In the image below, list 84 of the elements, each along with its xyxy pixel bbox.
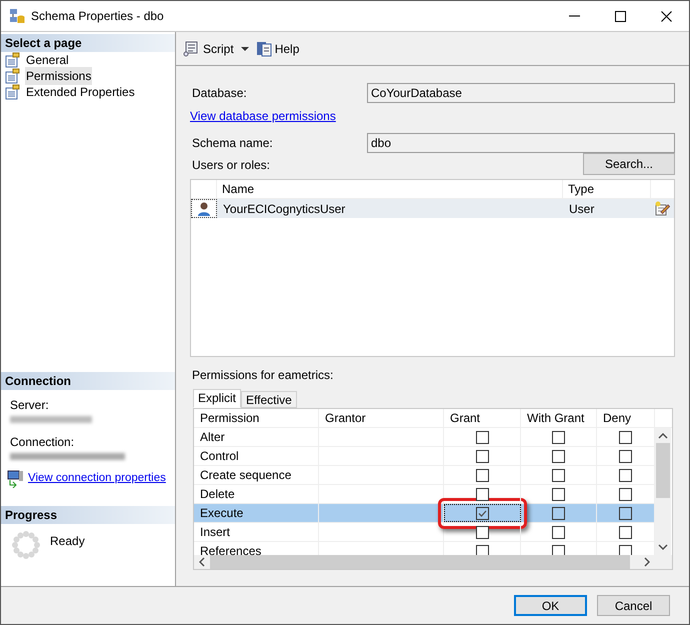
field-label: Users or roles: <box>191 157 270 174</box>
permission-row[interactable]: Control <box>194 447 655 466</box>
scroll-left-icon[interactable] <box>199 557 205 567</box>
permission-row[interactable]: Create sequence <box>194 466 655 485</box>
checkbox[interactable] <box>476 468 488 482</box>
maximize-icon[interactable] <box>614 10 626 22</box>
dropdown-caret-icon[interactable] <box>240 46 249 50</box>
column-header: Deny <box>597 409 655 427</box>
database-field[interactable]: CoYourDatabase <box>367 83 675 103</box>
window-title: Schema Properties - dbo <box>31 8 164 25</box>
checkbox[interactable] <box>552 488 565 500</box>
checkbox[interactable] <box>476 430 488 444</box>
scroll-icon <box>183 40 200 57</box>
section-header: Connection <box>1 372 175 390</box>
checkbox[interactable] <box>476 506 488 520</box>
spinner-icon <box>11 530 41 560</box>
field-label: Connection: <box>10 434 76 451</box>
table-cell: Alter <box>194 428 319 446</box>
field-label: Database: <box>191 85 248 102</box>
checkbox[interactable] <box>552 430 565 444</box>
close-icon[interactable] <box>660 10 672 22</box>
checkbox[interactable] <box>552 506 565 520</box>
tab[interactable]: Explicit <box>193 389 242 408</box>
app-icon <box>9 8 25 24</box>
page-item[interactable]: Permissions <box>25 67 92 85</box>
status-text: Ready <box>50 533 85 550</box>
book-icon <box>256 40 272 57</box>
field-label: Server: <box>10 397 50 414</box>
column-header: Type <box>563 180 651 198</box>
cancel-button[interactable]: Cancel <box>597 595 670 616</box>
scroll-up-icon[interactable] <box>658 433 668 439</box>
page-icon <box>5 52 21 68</box>
page-icon <box>5 84 21 100</box>
permission-row[interactable]: Delete <box>194 485 655 504</box>
script-button[interactable]: Script <box>182 38 235 58</box>
checkbox[interactable] <box>619 430 632 444</box>
user-icon <box>197 201 211 216</box>
column-header: Grantor <box>319 409 444 427</box>
field-label: Schema name: <box>191 135 274 152</box>
column-header: Permission <box>194 409 319 427</box>
table-cell-text: YourECICognyticsUser <box>222 200 346 218</box>
checkbox[interactable] <box>619 526 632 538</box>
edit-icon[interactable] <box>654 201 670 216</box>
permission-row[interactable]: Insert <box>194 523 655 542</box>
vertical-scrollbar[interactable] <box>655 428 671 555</box>
column-header: Grant <box>444 409 521 427</box>
checkbox[interactable] <box>619 450 632 462</box>
checkbox[interactable] <box>552 450 565 462</box>
table-cell: Delete <box>194 485 319 503</box>
page-icon <box>5 68 21 84</box>
table-cell: Control <box>194 447 319 465</box>
connection-properties-link[interactable]: View connection properties <box>28 470 166 488</box>
checkbox[interactable] <box>552 468 565 482</box>
checkbox[interactable] <box>619 506 632 520</box>
checkbox[interactable] <box>476 488 488 500</box>
computer-icon <box>7 470 25 488</box>
table-cell: Execute <box>194 504 319 522</box>
schema-name-field[interactable]: dbo <box>367 133 675 153</box>
checkbox[interactable] <box>476 526 488 538</box>
checkbox[interactable] <box>619 468 632 482</box>
user-row[interactable]: YourECICognyticsUser User <box>191 199 674 218</box>
table-cell-text: User <box>568 200 596 218</box>
table-cell: Insert <box>194 523 319 541</box>
section-header: Progress <box>1 506 175 524</box>
permission-row[interactable]: Alter <box>194 428 655 447</box>
scroll-down-icon[interactable] <box>658 544 668 550</box>
page-item[interactable]: General <box>25 51 70 69</box>
page-item[interactable]: Extended Properties <box>25 83 136 101</box>
checkbox[interactable] <box>476 450 488 462</box>
checkbox[interactable] <box>552 526 565 538</box>
help-button[interactable]: Help <box>254 38 300 58</box>
ok-button[interactable]: OK <box>514 595 587 616</box>
scrollbar-thumb[interactable] <box>656 443 670 498</box>
tab[interactable]: Effective <box>241 391 297 408</box>
search-button[interactable]: Search... <box>583 153 675 175</box>
permission-row[interactable]: Execute <box>194 504 655 523</box>
table-cell: Create sequence <box>194 466 319 484</box>
database-permissions-link[interactable]: View database permissions <box>190 107 336 125</box>
column-header: Name <box>217 180 563 198</box>
section-header: Select a page <box>1 34 175 52</box>
section-label: Permissions for eametrics: <box>191 367 334 384</box>
column-header: With Grant <box>521 409 597 427</box>
scroll-right-icon[interactable] <box>644 557 650 567</box>
checkbox[interactable] <box>619 488 632 500</box>
